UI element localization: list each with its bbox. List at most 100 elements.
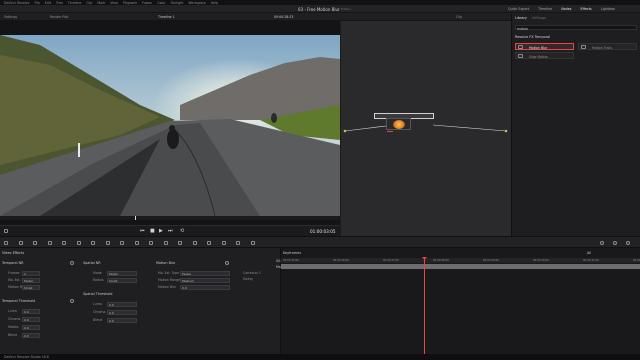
- temporal-threshold-title: Temporal Threshold: [2, 299, 36, 303]
- search-input[interactable]: motion: [515, 25, 637, 31]
- reset-icon[interactable]: [70, 299, 74, 303]
- menu-item[interactable]: Trim: [56, 1, 63, 5]
- reset-icon[interactable]: [70, 261, 74, 265]
- stats-icon[interactable]: [236, 240, 240, 245]
- source-timecode: 00:00:28:23: [274, 15, 294, 19]
- library-item-slow-motion[interactable]: Slow Motion: [515, 52, 574, 59]
- ruler-tick-label: 00:00:25:00: [283, 258, 299, 262]
- param-label: Frames: [8, 271, 20, 275]
- effect-icon: [518, 54, 523, 58]
- menu-item[interactable]: File: [34, 1, 39, 5]
- ruler-tick-label: 00:00:30:00: [533, 258, 549, 262]
- keyframes-filter[interactable]: All: [587, 251, 591, 255]
- next-frame-icon[interactable]: ⏭: [168, 228, 173, 234]
- pointer-icon[interactable]: [4, 240, 8, 245]
- menu-item[interactable]: Clip: [86, 1, 92, 5]
- library-item-motion-trails[interactable]: Motion Trails: [578, 43, 637, 50]
- menu-item[interactable]: Help: [211, 1, 218, 5]
- menu-item[interactable]: Timeline: [68, 1, 82, 5]
- grid-icon[interactable]: [18, 240, 23, 245]
- nodes-button[interactable]: Nodes: [561, 7, 571, 11]
- keyframe-track-2[interactable]: Sizing: [243, 277, 253, 281]
- param-field[interactable]: Small: [107, 277, 137, 283]
- keyframe-ruler[interactable]: 00:00:25:00 00:00:26:00 00:00:27:00 00:00:2…: [281, 258, 640, 263]
- quick-export-button[interactable]: Quick Export: [508, 7, 529, 11]
- param-field[interactable]: 0.0: [107, 309, 137, 315]
- param-field[interactable]: Faster: [107, 270, 137, 276]
- play-icon[interactable]: ▶: [159, 228, 163, 234]
- viewer-scrubber[interactable]: [0, 216, 340, 220]
- param-field[interactable]: 0.0: [22, 308, 40, 314]
- lut-icon[interactable]: [250, 240, 255, 245]
- menu-item[interactable]: Fairlight: [171, 1, 184, 5]
- wheel-icon[interactable]: [76, 240, 81, 245]
- param-label: Blend: [8, 333, 18, 337]
- param-field[interactable]: Faster: [22, 277, 40, 283]
- render-plot-button[interactable]: Render Plot: [50, 15, 68, 19]
- settings-button[interactable]: Settings: [4, 15, 17, 19]
- key-icon[interactable]: [149, 240, 153, 245]
- sizing-icon[interactable]: [163, 240, 168, 245]
- scrubber-playhead[interactable]: [135, 216, 136, 220]
- settings-icon[interactable]: [626, 240, 630, 245]
- palette-toolbar: [0, 236, 640, 248]
- param-field[interactable]: 2: [22, 270, 40, 276]
- keyframe-icon[interactable]: [192, 240, 197, 245]
- hsl-icon[interactable]: [91, 240, 95, 245]
- keyframes-panel: Keyframes All 00:00:28:23 Master Correct…: [243, 248, 640, 354]
- timeline-name[interactable]: Timeline 1: [158, 15, 175, 19]
- tracker-icon[interactable]: [120, 240, 124, 245]
- menu-item[interactable]: Playback: [123, 1, 137, 5]
- menu-item[interactable]: View: [110, 1, 118, 5]
- param-field[interactable]: Medium: [180, 277, 230, 283]
- 3d-icon[interactable]: [178, 240, 182, 245]
- window-icon[interactable]: [105, 240, 110, 245]
- clip-dropdown[interactable]: Clip: [456, 15, 462, 19]
- corrector-node[interactable]: [386, 118, 411, 130]
- menu-item[interactable]: Color: [157, 1, 165, 5]
- master-keyframe-track[interactable]: [281, 264, 640, 269]
- node-editor[interactable]: [341, 21, 511, 245]
- tool-icon[interactable]: [4, 229, 8, 233]
- menu-item[interactable]: Workspace: [188, 1, 205, 5]
- tab-library[interactable]: Library: [515, 16, 527, 20]
- spatial-nr-title: Spatial NR: [83, 261, 101, 265]
- menu-item[interactable]: DaVinci Resolve: [4, 1, 29, 5]
- keyframe-playhead[interactable]: [424, 257, 425, 354]
- tab-settings[interactable]: Settings: [532, 16, 546, 20]
- effects-button[interactable]: Effects: [581, 7, 592, 11]
- curves-icon[interactable]: [62, 240, 66, 245]
- effect-icon: [581, 45, 586, 49]
- loop-icon[interactable]: ⟲: [180, 228, 184, 234]
- param-field[interactable]: Small: [22, 284, 40, 290]
- param-field[interactable]: Faster: [180, 270, 230, 276]
- param-field[interactable]: 0.0: [22, 316, 40, 322]
- keyframe-track-1[interactable]: Corrector 1: [243, 271, 261, 275]
- param-field[interactable]: 0.0: [107, 317, 137, 323]
- layers-icon[interactable]: [33, 240, 37, 245]
- prev-frame-icon[interactable]: ⏮: [140, 228, 145, 234]
- menu-item[interactable]: Fusion: [142, 1, 152, 5]
- reset-icon[interactable]: [225, 261, 229, 265]
- ruler-tick-label: 00:00:28:00: [433, 258, 449, 262]
- lightbox-button[interactable]: Lightbox: [601, 7, 615, 11]
- lightbox-toggle-icon[interactable]: [613, 240, 617, 245]
- scope-icon[interactable]: [47, 240, 52, 245]
- menu-item[interactable]: Edit: [45, 1, 51, 5]
- timeline-button[interactable]: Timeline: [538, 7, 552, 11]
- library-item-motion-blur[interactable]: Motion Blur: [515, 43, 574, 50]
- menu-item[interactable]: Mark: [97, 1, 105, 5]
- param-label: Motion Blur: [158, 285, 177, 289]
- param-field[interactable]: 0.0: [22, 324, 40, 330]
- param-field[interactable]: 0.0: [180, 284, 230, 290]
- param-label: Mode: [93, 271, 102, 275]
- fx-icon[interactable]: [221, 240, 226, 245]
- param-label: Chroma: [93, 310, 106, 314]
- param-field[interactable]: 0.0: [22, 332, 40, 338]
- blur-icon[interactable]: [134, 240, 139, 245]
- param-field[interactable]: 0.0: [107, 301, 137, 307]
- audio-icon[interactable]: [207, 240, 211, 245]
- stop-icon[interactable]: ■: [150, 228, 155, 234]
- viewer-toggle-icon[interactable]: [600, 240, 604, 245]
- viewer-image: [0, 35, 340, 216]
